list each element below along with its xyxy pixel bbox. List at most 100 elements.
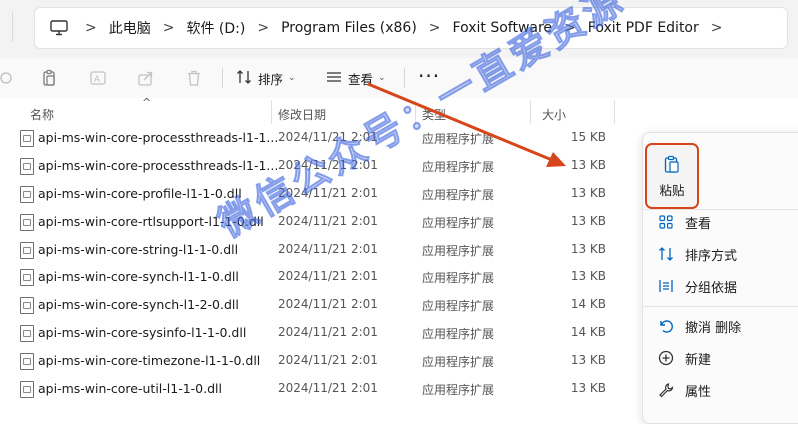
this-pc-icon[interactable] bbox=[45, 20, 73, 36]
sort-label: 排序 bbox=[258, 71, 284, 87]
view-button[interactable]: 查看 ⌄ bbox=[326, 66, 386, 90]
file-type: 应用程序扩展 bbox=[422, 355, 495, 370]
add-circle-icon bbox=[657, 349, 675, 367]
file-name: api-ms-win-core-timezone-l1-1-0.dll bbox=[38, 353, 261, 369]
dll-file-icon bbox=[20, 297, 34, 315]
column-header-date[interactable]: 修改日期 bbox=[278, 106, 326, 123]
file-date: 2024/11/21 2:01 bbox=[278, 213, 378, 228]
menu-item-properties[interactable]: 属性 bbox=[643, 375, 798, 405]
sort-ascending-icon: ^ bbox=[142, 96, 152, 109]
column-divider[interactable] bbox=[415, 100, 416, 124]
breadcrumb-separator[interactable]: > bbox=[163, 20, 175, 36]
breadcrumb-separator[interactable]: > bbox=[257, 20, 269, 36]
file-name: api-ms-win-core-processthreads-l1-1... bbox=[38, 157, 279, 173]
file-name: api-ms-win-core-sysinfo-l1-1-0.dll bbox=[38, 325, 247, 341]
sort-icon bbox=[657, 245, 675, 263]
file-row[interactable]: api-ms-win-core-rtlsupport-l1-1-0.dll 20… bbox=[0, 208, 640, 236]
column-header-size[interactable]: 大小 bbox=[542, 106, 566, 123]
column-header-name[interactable]: 名称 bbox=[30, 106, 54, 123]
column-divider[interactable] bbox=[530, 100, 531, 124]
file-size: 13 KB bbox=[570, 213, 606, 228]
paste-button[interactable]: 粘贴 bbox=[645, 143, 699, 209]
column-divider[interactable] bbox=[614, 100, 615, 124]
file-row[interactable]: api-ms-win-core-processthreads-l1-1... 2… bbox=[0, 124, 640, 152]
command-bar: A 排序 ⌄ 查看 ⌄ ··· bbox=[0, 58, 798, 99]
file-type: 应用程序扩展 bbox=[422, 299, 495, 314]
file-type: 应用程序扩展 bbox=[422, 383, 495, 398]
copy-icon[interactable] bbox=[38, 66, 62, 90]
file-size: 14 KB bbox=[570, 297, 606, 312]
file-type: 应用程序扩展 bbox=[422, 243, 495, 258]
file-date: 2024/11/21 2:01 bbox=[278, 381, 378, 396]
menu-item-new[interactable]: 新建 bbox=[643, 343, 798, 373]
file-name: api-ms-win-core-rtlsupport-l1-1-0.dll bbox=[38, 213, 264, 229]
column-divider[interactable] bbox=[271, 100, 272, 124]
dll-file-icon bbox=[20, 241, 34, 259]
sort-button[interactable]: 排序 ⌄ bbox=[236, 66, 296, 90]
file-row[interactable]: api-ms-win-core-util-l1-1-0.dll 2024/11/… bbox=[0, 375, 640, 403]
menu-item-label: 分组依据 bbox=[685, 280, 738, 296]
file-name: api-ms-win-core-synch-l1-1-0.dll bbox=[38, 269, 239, 285]
file-size: 13 KB bbox=[570, 241, 606, 256]
file-date: 2024/11/21 2:01 bbox=[278, 297, 378, 312]
file-date: 2024/11/21 2:01 bbox=[278, 325, 378, 340]
file-size: 13 KB bbox=[570, 157, 606, 172]
breadcrumb-drive-d[interactable]: 软件 (D:) bbox=[186, 18, 245, 38]
group-icon bbox=[657, 277, 675, 295]
file-date: 2024/11/21 2:01 bbox=[278, 185, 378, 200]
breadcrumb-foxit-software[interactable]: Foxit Software bbox=[453, 20, 553, 36]
file-row[interactable]: api-ms-win-core-timezone-l1-1-0.dll 2024… bbox=[0, 347, 640, 375]
back-button-edge[interactable] bbox=[0, 12, 13, 42]
column-header-type[interactable]: 类型 bbox=[422, 106, 446, 123]
menu-item-label: 新建 bbox=[685, 352, 712, 368]
breadcrumb-foxit-pdf-editor[interactable]: Foxit PDF Editor bbox=[588, 20, 699, 36]
view-icon bbox=[326, 70, 342, 87]
file-size: 13 KB bbox=[570, 381, 606, 396]
share-icon[interactable] bbox=[134, 66, 158, 90]
breadcrumb-separator[interactable]: > bbox=[564, 20, 576, 36]
breadcrumb-separator[interactable]: > bbox=[85, 20, 97, 36]
menu-item-view[interactable]: 查看 bbox=[643, 207, 798, 237]
file-size: 13 KB bbox=[570, 353, 606, 368]
undo-icon bbox=[657, 317, 675, 335]
menu-item-label: 查看 bbox=[685, 216, 712, 232]
cut-icon[interactable] bbox=[0, 66, 18, 90]
column-header-row: ^ 名称 修改日期 类型 大小 bbox=[0, 96, 798, 124]
breadcrumb-separator[interactable]: > bbox=[711, 20, 723, 36]
sort-icon bbox=[236, 69, 252, 88]
file-size: 14 KB bbox=[570, 325, 606, 340]
dll-file-icon bbox=[20, 213, 34, 231]
chevron-down-icon: ⌄ bbox=[378, 73, 386, 83]
wrench-icon bbox=[657, 381, 675, 399]
more-options-button[interactable]: ··· bbox=[418, 66, 440, 86]
address-bar[interactable]: > 此电脑 > 软件 (D:) > Program Files (x86) > … bbox=[34, 7, 788, 49]
address-bar-area: > 此电脑 > 软件 (D:) > Program Files (x86) > … bbox=[0, 0, 798, 58]
file-row[interactable]: api-ms-win-core-profile-l1-1-0.dll 2024/… bbox=[0, 180, 640, 208]
paste-icon bbox=[664, 155, 680, 177]
chevron-down-icon: ⌄ bbox=[288, 73, 296, 83]
paste-label: 粘贴 bbox=[659, 183, 685, 198]
file-type: 应用程序扩展 bbox=[422, 327, 495, 342]
menu-item-group-by[interactable]: 分组依据 bbox=[643, 271, 798, 301]
menu-item-undo-delete[interactable]: 撤消 删除 bbox=[643, 311, 798, 341]
file-date: 2024/11/21 2:01 bbox=[278, 241, 378, 256]
file-date: 2024/11/21 2:01 bbox=[278, 157, 378, 172]
file-row[interactable]: api-ms-win-core-string-l1-1-0.dll 2024/1… bbox=[0, 236, 640, 264]
dll-file-icon bbox=[20, 353, 34, 371]
menu-item-sort-by[interactable]: 排序方式 bbox=[643, 239, 798, 269]
toolbar-divider bbox=[222, 68, 223, 88]
file-row[interactable]: api-ms-win-core-processthreads-l1-1... 2… bbox=[0, 152, 640, 180]
file-type: 应用程序扩展 bbox=[422, 215, 495, 230]
file-row[interactable]: api-ms-win-core-synch-l1-1-0.dll 2024/11… bbox=[0, 263, 640, 291]
breadcrumb-program-files[interactable]: Program Files (x86) bbox=[281, 20, 417, 36]
rename-icon[interactable]: A bbox=[86, 66, 110, 90]
file-row[interactable]: api-ms-win-core-synch-l1-2-0.dll 2024/11… bbox=[0, 291, 640, 319]
file-type: 应用程序扩展 bbox=[422, 271, 495, 286]
file-list: api-ms-win-core-processthreads-l1-1... 2… bbox=[0, 124, 640, 403]
file-size: 15 KB bbox=[570, 130, 606, 144]
file-row[interactable]: api-ms-win-core-sysinfo-l1-1-0.dll 2024/… bbox=[0, 319, 640, 347]
breadcrumb-this-pc[interactable]: 此电脑 bbox=[109, 18, 151, 38]
delete-icon[interactable] bbox=[182, 66, 206, 90]
breadcrumb-separator[interactable]: > bbox=[429, 20, 441, 36]
svg-text:A: A bbox=[94, 75, 101, 85]
